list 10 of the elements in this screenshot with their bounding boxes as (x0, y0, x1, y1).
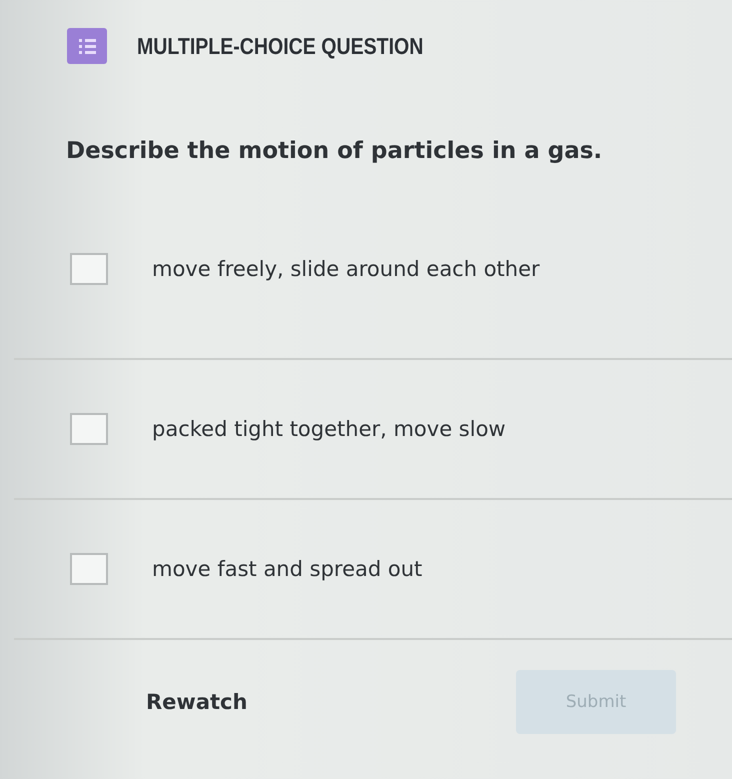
list-icon (67, 28, 107, 64)
checkbox[interactable] (70, 253, 108, 285)
rewatch-button[interactable]: Rewatch (140, 684, 254, 720)
checkbox[interactable] (70, 413, 108, 445)
option-text: packed tight together, move slow (152, 417, 506, 441)
checkbox[interactable] (70, 553, 108, 585)
question-type-label: MULTIPLE-CHOICE QUESTION (137, 32, 424, 60)
option-text: move fast and spread out (152, 557, 422, 581)
option-text: move freely, slide around each other (152, 257, 540, 281)
question-text: Describe the motion of particles in a gas. (66, 138, 604, 164)
